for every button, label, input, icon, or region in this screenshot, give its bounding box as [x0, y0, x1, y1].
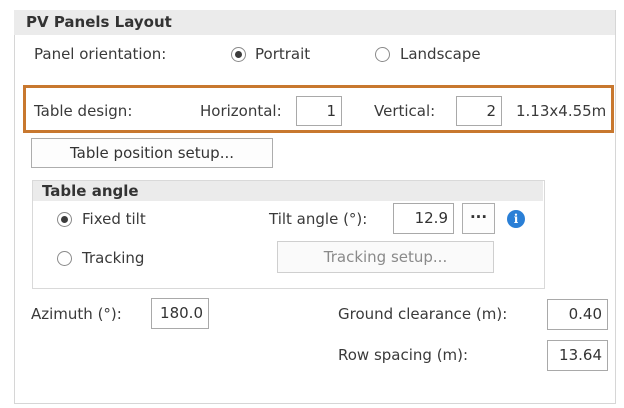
ground-clearance-input[interactable]: 0.40	[547, 299, 608, 330]
tilt-options-button[interactable]: ···	[462, 203, 495, 234]
vertical-input[interactable]: 2	[456, 96, 502, 126]
portrait-radio[interactable]	[231, 47, 246, 62]
landscape-label[interactable]: Landscape	[400, 45, 481, 63]
fixed-tilt-label[interactable]: Fixed tilt	[82, 210, 146, 228]
fixed-tilt-radio[interactable]	[57, 212, 72, 227]
tracking-label[interactable]: Tracking	[82, 249, 144, 267]
horizontal-input[interactable]: 1	[296, 96, 342, 126]
azimuth-label: Azimuth (°):	[31, 305, 122, 323]
row-spacing-input[interactable]: 13.64	[547, 340, 608, 371]
vertical-label: Vertical:	[374, 102, 436, 120]
tracking-radio[interactable]	[57, 251, 72, 266]
landscape-radio[interactable]	[375, 47, 390, 62]
azimuth-input[interactable]: 180.0	[151, 298, 209, 329]
horizontal-label: Horizontal:	[200, 102, 282, 120]
table-angle-title: Table angle	[42, 182, 139, 200]
tilt-angle-input[interactable]: 12.9	[393, 203, 454, 234]
tilt-angle-label: Tilt angle (°):	[269, 210, 368, 228]
panel-title: PV Panels Layout	[26, 13, 172, 31]
info-icon[interactable]: i	[507, 210, 525, 228]
table-dimensions: 1.13x4.55m	[516, 102, 607, 120]
portrait-label[interactable]: Portrait	[255, 45, 310, 63]
tracking-setup-button[interactable]: Tracking setup...	[277, 241, 494, 273]
table-position-setup-button[interactable]: Table position setup...	[31, 138, 273, 168]
row-spacing-label: Row spacing (m):	[338, 346, 469, 364]
ground-clearance-label: Ground clearance (m):	[338, 305, 508, 323]
table-design-label: Table design:	[34, 102, 133, 120]
orientation-label: Panel orientation:	[34, 45, 167, 63]
